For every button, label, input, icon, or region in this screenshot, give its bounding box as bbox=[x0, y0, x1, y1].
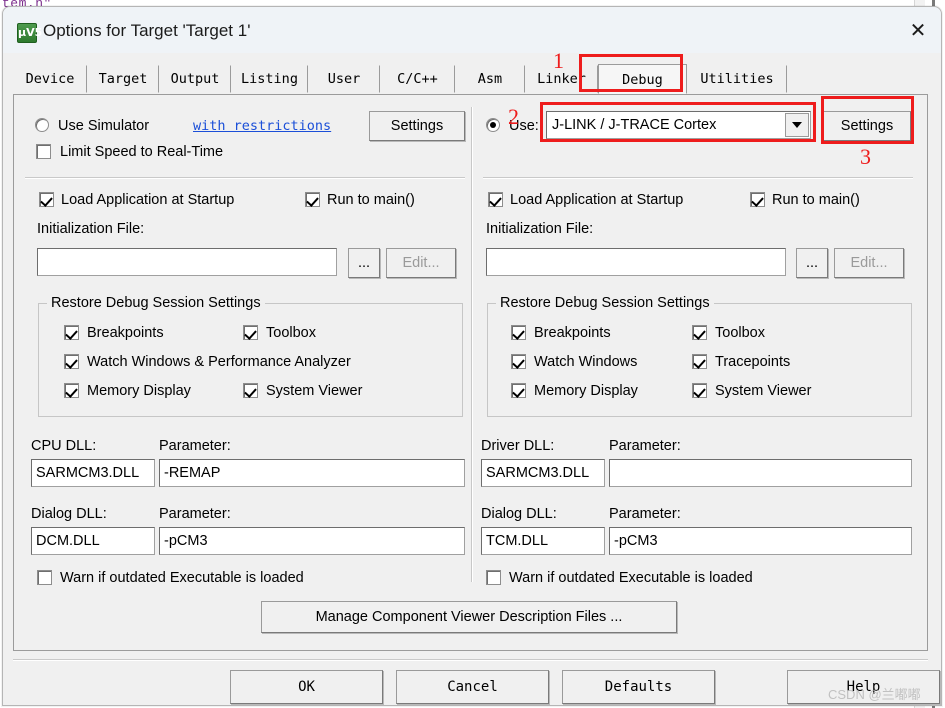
debugger-watch-windows-checkbox[interactable] bbox=[511, 354, 526, 369]
limit-speed-checkbox[interactable] bbox=[36, 144, 51, 159]
debugger-restore-group-title: Restore Debug Session Settings bbox=[496, 295, 714, 311]
screen: tem.h" µV5 Options for Target 'Target 1'… bbox=[0, 0, 945, 708]
driver-dll-input[interactable]: SARMCM3.DLL bbox=[481, 459, 605, 487]
annotation-box-driver-dropdown bbox=[540, 102, 816, 142]
tab-listing[interactable]: Listing bbox=[231, 65, 308, 93]
debugger-dialog-dll-input[interactable]: TCM.DLL bbox=[481, 527, 605, 555]
csdn-watermark: CSDN @兰嘟嘟 bbox=[828, 687, 921, 702]
cpu-dll-label: CPU DLL: bbox=[31, 438, 97, 454]
annotation-number-2: 2 bbox=[508, 104, 519, 129]
debugger-dialog-parameter-label: Parameter: bbox=[609, 506, 681, 522]
debugger-system-viewer-checkbox[interactable] bbox=[692, 383, 707, 398]
use-simulator-radio[interactable] bbox=[35, 118, 49, 132]
simulator-load-app-checkbox[interactable] bbox=[39, 192, 54, 207]
simulator-dialog-dll-input[interactable]: DCM.DLL bbox=[31, 527, 155, 555]
simulator-breakpoints-checkbox[interactable] bbox=[64, 325, 79, 340]
simulator-breakpoints-label: Breakpoints bbox=[87, 325, 164, 341]
debugger-system-viewer-label: System Viewer bbox=[715, 383, 812, 399]
tab-asm[interactable]: Asm bbox=[455, 65, 525, 93]
debugger-load-app-label: Load Application at Startup bbox=[510, 192, 684, 208]
simulator-memory-display-checkbox[interactable] bbox=[64, 383, 79, 398]
cpu-dll-input[interactable]: SARMCM3.DLL bbox=[31, 459, 155, 487]
use-simulator-label: Use Simulator bbox=[58, 118, 150, 134]
cpu-parameter-input[interactable]: -REMAP bbox=[159, 459, 465, 487]
simulator-watch-windows-checkbox[interactable] bbox=[64, 354, 79, 369]
cancel-button[interactable]: Cancel bbox=[396, 670, 549, 704]
debugger-init-file-input[interactable] bbox=[486, 248, 786, 276]
debugger-memory-display-checkbox[interactable] bbox=[511, 383, 526, 398]
debugger-memory-display-label: Memory Display bbox=[534, 383, 638, 399]
debugger-warn-outdated-checkbox[interactable] bbox=[486, 570, 501, 585]
tab-output[interactable]: Output bbox=[159, 65, 231, 93]
tab-target[interactable]: Target bbox=[87, 65, 159, 93]
debugger-toolbox-checkbox[interactable] bbox=[692, 325, 707, 340]
right-separator-1 bbox=[483, 177, 913, 179]
driver-dll-label: Driver DLL: bbox=[481, 438, 555, 454]
tab-device[interactable]: Device bbox=[13, 65, 87, 93]
annotation-box-settings-button bbox=[821, 96, 914, 144]
debugger-warn-outdated-label: Warn if outdated Executable is loaded bbox=[509, 570, 753, 586]
tab-user[interactable]: User bbox=[308, 65, 380, 93]
simulator-run-to-main-checkbox[interactable] bbox=[305, 192, 320, 207]
debugger-breakpoints-label: Breakpoints bbox=[534, 325, 611, 341]
debugger-init-file-label: Initialization File: bbox=[486, 221, 594, 237]
limit-speed-label: Limit Speed to Real-Time bbox=[60, 144, 224, 160]
debugger-load-app-checkbox[interactable] bbox=[488, 192, 503, 207]
ok-button[interactable]: OK bbox=[230, 670, 383, 704]
with-restrictions-link[interactable]: with restrictions bbox=[193, 118, 331, 134]
simulator-system-viewer-label: System Viewer bbox=[266, 383, 363, 399]
manage-component-viewer-button[interactable]: Manage Component Viewer Description File… bbox=[261, 601, 677, 633]
tab-strip: Device Target Output Listing User C/C++ … bbox=[13, 64, 928, 95]
panel-vertical-divider-highlight bbox=[472, 107, 473, 582]
debugger-dialog-dll-label: Dialog DLL: bbox=[481, 506, 557, 522]
defaults-button[interactable]: Defaults bbox=[562, 670, 715, 704]
simulator-browse-button[interactable]: ... bbox=[348, 248, 380, 278]
simulator-init-file-label: Initialization File: bbox=[37, 221, 145, 237]
annotation-box-debug-tab bbox=[579, 54, 683, 92]
simulator-watch-windows-label: Watch Windows & Performance Analyzer bbox=[87, 354, 351, 370]
debugger-tracepoints-checkbox[interactable] bbox=[692, 354, 707, 369]
use-debugger-radio[interactable] bbox=[486, 118, 500, 132]
debugger-run-to-main-checkbox[interactable] bbox=[750, 192, 765, 207]
cpu-parameter-label: Parameter: bbox=[159, 438, 231, 454]
debugger-tracepoints-label: Tracepoints bbox=[715, 354, 791, 370]
debugger-browse-button[interactable]: ... bbox=[796, 248, 828, 278]
footer-separator bbox=[13, 659, 928, 661]
debugger-breakpoints-checkbox[interactable] bbox=[511, 325, 526, 340]
driver-parameter-input[interactable] bbox=[609, 459, 912, 487]
simulator-dialog-parameter-label: Parameter: bbox=[159, 506, 231, 522]
simulator-settings-button[interactable]: Settings bbox=[369, 111, 465, 141]
uvision-logo-icon: µV5 bbox=[17, 23, 42, 43]
simulator-toolbox-checkbox[interactable] bbox=[243, 325, 258, 340]
simulator-init-file-input[interactable] bbox=[37, 248, 337, 276]
debugger-run-to-main-label: Run to main() bbox=[772, 192, 860, 208]
simulator-warn-outdated-label: Warn if outdated Executable is loaded bbox=[60, 570, 304, 586]
left-separator-1 bbox=[25, 177, 465, 179]
dialog-titlebar: µV5 Options for Target 'Target 1' ✕ bbox=[3, 7, 941, 53]
simulator-toolbox-label: Toolbox bbox=[266, 325, 316, 341]
simulator-system-viewer-checkbox[interactable] bbox=[243, 383, 258, 398]
debugger-dialog-parameter-input[interactable]: -pCM3 bbox=[609, 527, 912, 555]
driver-parameter-label: Parameter: bbox=[609, 438, 681, 454]
debugger-watch-windows-label: Watch Windows bbox=[534, 354, 638, 370]
simulator-dialog-dll-label: Dialog DLL: bbox=[31, 506, 107, 522]
tab-utilities[interactable]: Utilities bbox=[687, 65, 787, 93]
debugger-edit-button[interactable]: Edit... bbox=[834, 248, 904, 278]
simulator-dialog-parameter-input[interactable]: -pCM3 bbox=[159, 527, 465, 555]
annotation-number-1: 1 bbox=[553, 48, 564, 73]
simulator-restore-group-title: Restore Debug Session Settings bbox=[47, 295, 265, 311]
debugger-toolbox-label: Toolbox bbox=[715, 325, 765, 341]
close-icon[interactable]: ✕ bbox=[895, 7, 941, 53]
tab-c-cpp[interactable]: C/C++ bbox=[380, 65, 455, 93]
simulator-run-to-main-label: Run to main() bbox=[327, 192, 415, 208]
simulator-edit-button[interactable]: Edit... bbox=[386, 248, 456, 278]
annotation-number-3: 3 bbox=[860, 144, 871, 169]
simulator-memory-display-label: Memory Display bbox=[87, 383, 191, 399]
dialog-title: Options for Target 'Target 1' bbox=[43, 21, 251, 40]
simulator-load-app-label: Load Application at Startup bbox=[61, 192, 235, 208]
simulator-warn-outdated-checkbox[interactable] bbox=[37, 570, 52, 585]
